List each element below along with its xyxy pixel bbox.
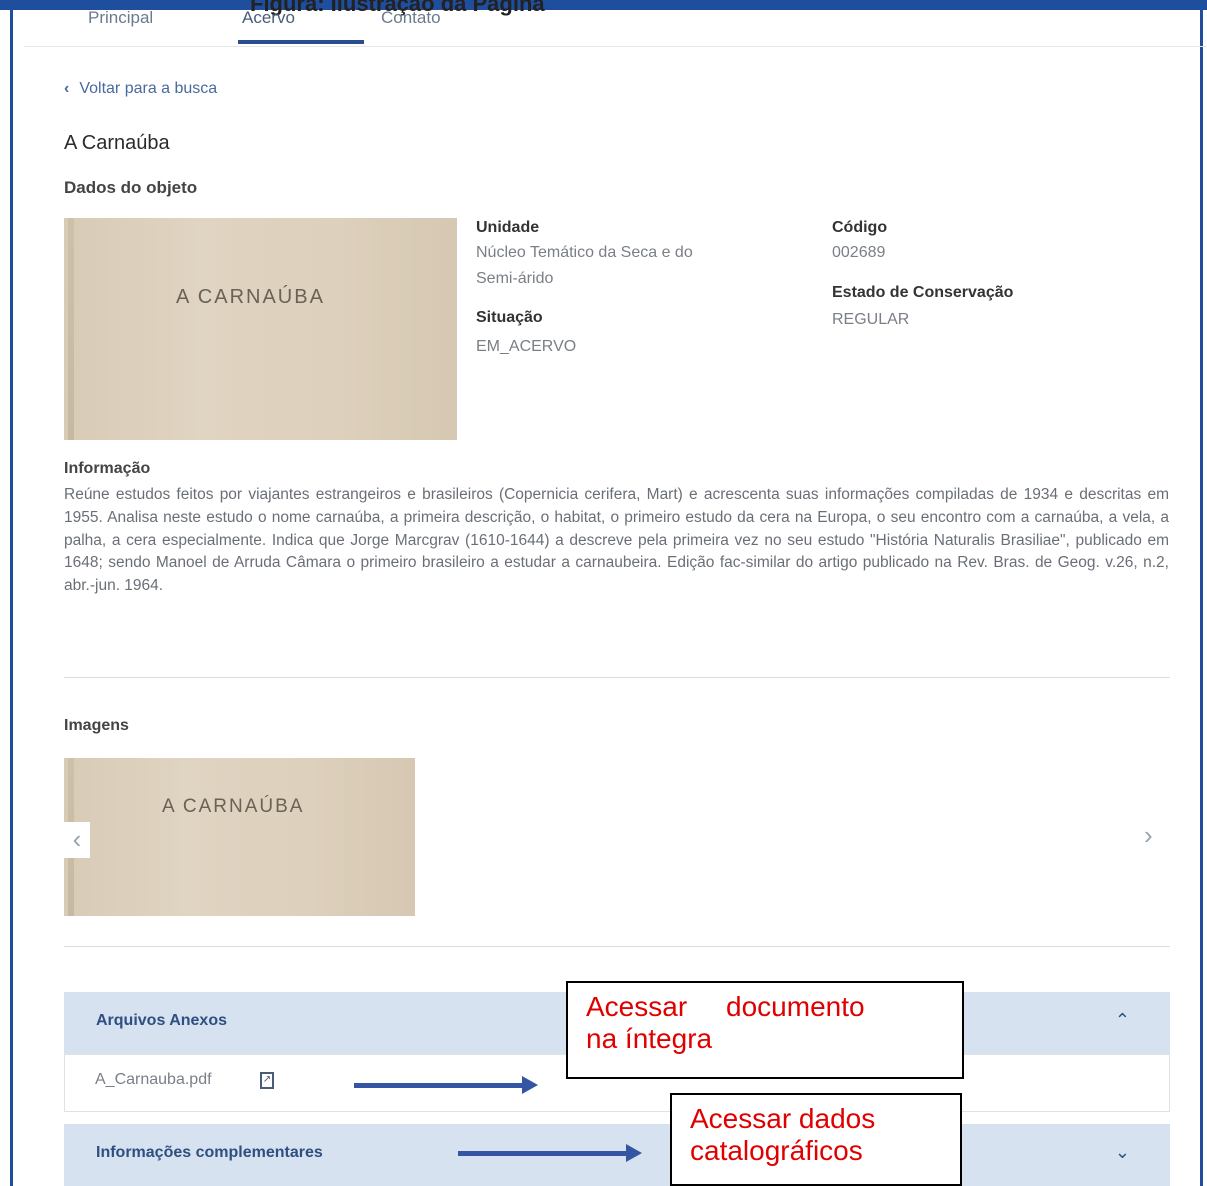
chevron-left-icon[interactable]: ‹ (64, 822, 90, 858)
complementary-accordion-title: Informações complementares (96, 1144, 323, 1161)
chevron-down-icon: ⌄ (1114, 1142, 1130, 1162)
page-title: A Carnaúba (64, 132, 170, 154)
tab-principal[interactable]: Principal (88, 8, 153, 28)
images-heading: Imagens (64, 717, 129, 734)
object-data-heading: Dados do objeto (64, 178, 198, 197)
cover-title-text: A CARNAÚBA (176, 286, 325, 308)
chevron-up-icon: ⌃ (1114, 1010, 1130, 1030)
annotation-document-line2: na íntegra (586, 1023, 713, 1054)
back-link-label: Voltar para a busca (79, 80, 218, 97)
unidade-value: Núcleo Temático da Seca e do Semi-árido (476, 240, 693, 292)
annotation-catalog-line2: catalográficos (690, 1135, 863, 1166)
tab-contato[interactable]: Contato (381, 8, 441, 28)
active-tab-indicator (238, 40, 364, 44)
annotation-arrow-document (354, 1076, 538, 1094)
estado-label: Estado de Conservação (832, 284, 1014, 301)
annotation-box-catalog: Acessar dados catalográficos (670, 1093, 962, 1186)
unidade-value-line2: Semi-árido (476, 270, 554, 287)
codigo-label: Código (832, 219, 888, 236)
annotation-box-document: Acessar documento na íntegra (566, 981, 964, 1079)
divider-2 (64, 946, 1170, 947)
carousel-image[interactable]: A CARNAÚBA (64, 758, 415, 916)
chevron-left-icon: ‹ (64, 80, 70, 97)
attachment-file-link[interactable]: A_Carnauba.pdf (95, 1071, 212, 1089)
object-cover-image: A CARNAÚBA (64, 218, 457, 440)
codigo-value: 002689 (832, 244, 886, 261)
annotation-catalog-line1: Acessar dados (690, 1103, 876, 1134)
pdf-file-icon[interactable]: ↗ (260, 1072, 274, 1089)
tab-acervo[interactable]: Acervo (242, 8, 295, 28)
attachments-accordion-title: Arquivos Anexos (96, 1012, 227, 1029)
chevron-right-icon[interactable]: › (1144, 820, 1153, 851)
annotation-arrow-catalog (458, 1144, 642, 1162)
unidade-value-line1: Núcleo Temático da Seca e do (476, 244, 693, 261)
informacao-text: Reúne estudos feitos por viajantes estra… (64, 486, 1169, 595)
back-to-search-link[interactable]: ‹ Voltar para a busca (64, 80, 217, 98)
situacao-value: EM_ACERVO (476, 338, 577, 355)
carousel-image-text: A CARNAÚBA (162, 796, 305, 817)
annotation-document-line1: Acessar documento (586, 991, 865, 1022)
estado-value: REGULAR (832, 311, 910, 328)
informacao-label: Informação (64, 460, 151, 477)
situacao-label: Situação (476, 309, 543, 326)
top-navigation: Principal Acervo Contato (24, 0, 1207, 47)
unidade-label: Unidade (476, 219, 540, 236)
cover-spine (68, 218, 74, 440)
divider-1 (64, 677, 1170, 678)
